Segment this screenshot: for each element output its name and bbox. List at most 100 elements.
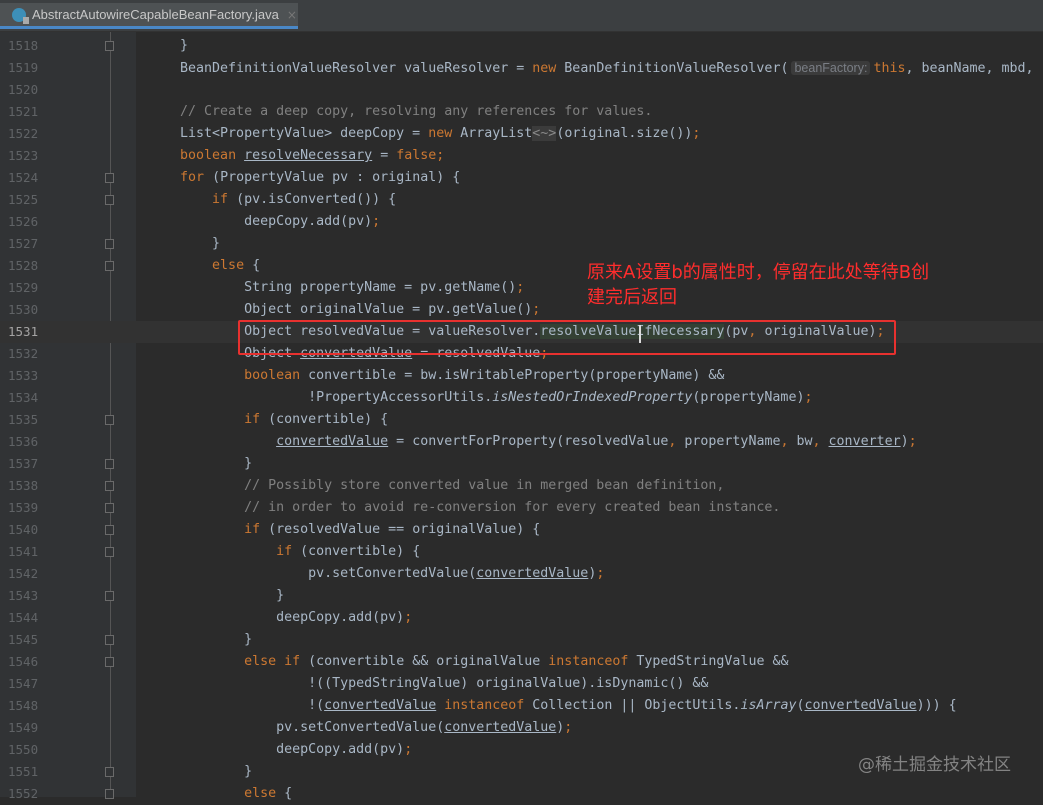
code-line[interactable]: 1549 pv.setConvertedValue(convertedValue…: [0, 717, 1043, 739]
line-number[interactable]: 1551: [8, 761, 48, 783]
fold-marker-icon[interactable]: [105, 415, 114, 425]
line-number[interactable]: 1530: [8, 299, 48, 321]
code-token: convertedValue: [444, 720, 557, 735]
code-line[interactable]: 1519 BeanDefinitionValueResolver valueRe…: [0, 57, 1043, 79]
line-number[interactable]: 1547: [8, 673, 48, 695]
code-line[interactable]: 1518 }: [0, 35, 1043, 57]
code-token: ;: [564, 720, 573, 735]
code-line[interactable]: 1548 !(convertedValue instanceof Collect…: [0, 695, 1043, 717]
code-line[interactable]: 1526 deepCopy.add(pv);: [0, 211, 1043, 233]
fold-marker-icon[interactable]: [105, 767, 114, 777]
line-number[interactable]: 1533: [8, 365, 48, 387]
code-line[interactable]: 1534 !PropertyAccessorUtils.isNestedOrIn…: [0, 387, 1043, 409]
code-line[interactable]: 1539 // in order to avoid re-conversion …: [0, 497, 1043, 519]
fold-marker-icon[interactable]: [105, 459, 114, 469]
line-number[interactable]: 1523: [8, 145, 48, 167]
code-token: boolean: [244, 368, 301, 383]
code-line[interactable]: 1537 }: [0, 453, 1043, 475]
code-token: instanceof: [548, 654, 629, 669]
code-line[interactable]: 1540 if (resolvedValue == originalValue)…: [0, 519, 1043, 541]
line-number[interactable]: 1548: [8, 695, 48, 717]
code-line[interactable]: 1546 else if (convertible && originalVal…: [0, 651, 1043, 673]
code-line[interactable]: 1527 }: [0, 233, 1043, 255]
code-line[interactable]: 1521 // Create a deep copy, resolving an…: [0, 101, 1043, 123]
code-line[interactable]: 1523 boolean resolveNecessary = false;: [0, 145, 1043, 167]
line-number[interactable]: 1531: [8, 321, 48, 343]
line-number[interactable]: 1538: [8, 475, 48, 497]
code-token: // in order to avoid re-conversion for e…: [148, 500, 781, 515]
line-number[interactable]: 1536: [8, 431, 48, 453]
line-number[interactable]: 1545: [8, 629, 48, 651]
code-token: isNestedOrIndexedProperty: [492, 390, 693, 405]
fold-marker-icon[interactable]: [105, 657, 114, 667]
fold-marker-icon[interactable]: [105, 261, 114, 271]
line-number[interactable]: 1550: [8, 739, 48, 761]
code-token: resolveNecessary: [244, 148, 373, 163]
line-number[interactable]: 1520: [8, 79, 48, 101]
line-number[interactable]: 1519: [8, 57, 48, 79]
code-line[interactable]: 1536 convertedValue = convertForProperty…: [0, 431, 1043, 453]
line-number[interactable]: 1543: [8, 585, 48, 607]
code-token: = convertForProperty(resolvedValue: [388, 434, 669, 449]
line-number[interactable]: 1540: [8, 519, 48, 541]
code-line[interactable]: 1522 List<PropertyValue> deepCopy = new …: [0, 123, 1043, 145]
fold-marker-icon[interactable]: [105, 525, 114, 535]
code-line[interactable]: 1533 boolean convertible = bw.isWritable…: [0, 365, 1043, 387]
line-number[interactable]: 1552: [8, 783, 48, 805]
code-text: List<PropertyValue> deepCopy = new Array…: [148, 123, 700, 145]
fold-marker-icon[interactable]: [105, 591, 114, 601]
fold-marker-icon[interactable]: [105, 195, 114, 205]
line-number[interactable]: 1524: [8, 167, 48, 189]
line-number[interactable]: 1525: [8, 189, 48, 211]
code-token: deepCopy.add(pv): [148, 214, 373, 229]
code-token: else: [212, 258, 245, 273]
line-number[interactable]: 1542: [8, 563, 48, 585]
line-number[interactable]: 1534: [8, 387, 48, 409]
code-line[interactable]: 1535 if (convertible) {: [0, 409, 1043, 431]
code-line[interactable]: 1544 deepCopy.add(pv);: [0, 607, 1043, 629]
fold-marker-icon[interactable]: [105, 503, 114, 513]
code-token: ;: [516, 280, 525, 295]
code-line[interactable]: 1538 // Possibly store converted value i…: [0, 475, 1043, 497]
line-number[interactable]: 1528: [8, 255, 48, 277]
fold-marker-icon[interactable]: [105, 239, 114, 249]
fold-marker-icon[interactable]: [105, 789, 114, 799]
close-icon[interactable]: ×: [287, 8, 297, 22]
code-token: convertedValue: [276, 434, 389, 449]
fold-marker-icon[interactable]: [105, 481, 114, 491]
line-number[interactable]: 1544: [8, 607, 48, 629]
code-line[interactable]: 1542 pv.setConvertedValue(convertedValue…: [0, 563, 1043, 585]
line-number[interactable]: 1526: [8, 211, 48, 233]
fold-marker-icon[interactable]: [105, 547, 114, 557]
fold-marker-icon[interactable]: [105, 635, 114, 645]
line-number[interactable]: 1521: [8, 101, 48, 123]
code-line[interactable]: 1541 if (convertible) {: [0, 541, 1043, 563]
line-number[interactable]: 1527: [8, 233, 48, 255]
fold-marker-icon[interactable]: [105, 41, 114, 51]
line-number[interactable]: 1535: [8, 409, 48, 431]
code-line[interactable]: 1547 !((TypedStringValue) originalValue)…: [0, 673, 1043, 695]
tab-file[interactable]: AbstractAutowireCapableBeanFactory.java …: [0, 3, 298, 29]
code-token: ;: [532, 302, 541, 317]
line-number[interactable]: 1539: [8, 497, 48, 519]
line-number[interactable]: 1546: [8, 651, 48, 673]
code-line[interactable]: 1543 }: [0, 585, 1043, 607]
code-line[interactable]: 1552 else {: [0, 783, 1043, 805]
code-editor[interactable]: 1518 } 1519 BeanDefinitionValueResolver v…: [0, 35, 1043, 805]
code-line[interactable]: 1545 }: [0, 629, 1043, 651]
fold-marker-icon[interactable]: [105, 173, 114, 183]
code-line[interactable]: 1524 for (PropertyValue pv : original) {: [0, 167, 1043, 189]
line-number[interactable]: 1532: [8, 343, 48, 365]
code-token: else: [244, 786, 277, 801]
code-line[interactable]: 1520: [0, 79, 1043, 101]
line-number[interactable]: 1549: [8, 717, 48, 739]
line-number[interactable]: 1537: [8, 453, 48, 475]
line-number[interactable]: 1541: [8, 541, 48, 563]
line-number[interactable]: 1522: [8, 123, 48, 145]
line-number[interactable]: 1518: [8, 35, 48, 57]
code-line[interactable]: 1525 if (pv.isConverted()) {: [0, 189, 1043, 211]
line-number[interactable]: 1529: [8, 277, 48, 299]
